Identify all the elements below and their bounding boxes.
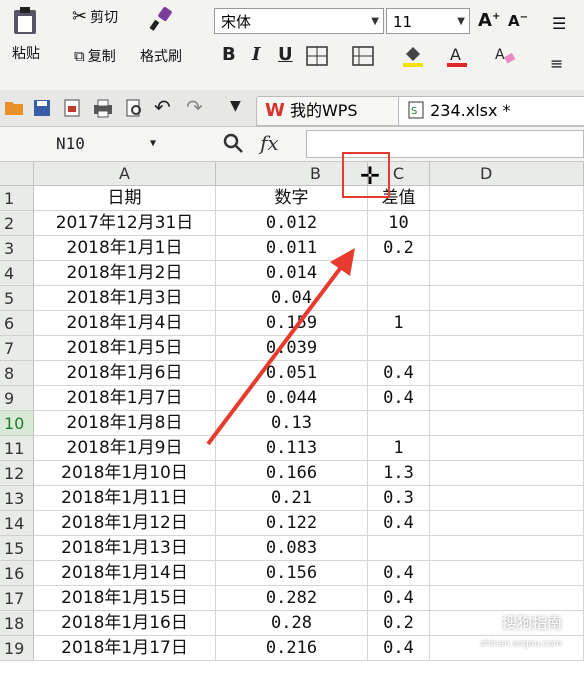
watermark-url: zhinan.sogou.com <box>480 639 562 649</box>
watermark-text: 搜狗指南 <box>501 614 562 632</box>
annotation-arrow <box>206 248 355 446</box>
